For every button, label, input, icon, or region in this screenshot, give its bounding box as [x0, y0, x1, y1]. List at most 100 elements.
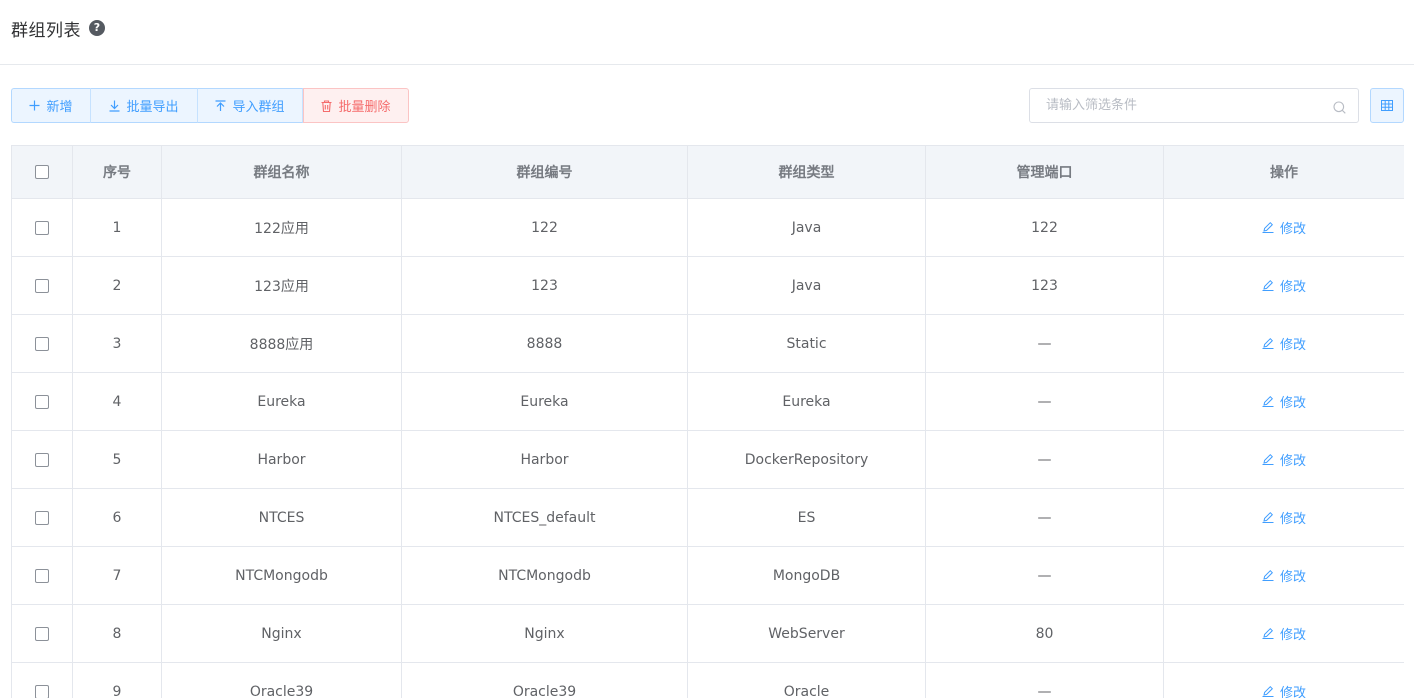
table-row: 8 Nginx Nginx WebServer 80 修改	[11, 604, 1404, 663]
table-row: 9 Oracle39 Oracle39 Oracle — 修改	[11, 662, 1404, 698]
edit-button[interactable]: 修改	[1262, 218, 1306, 237]
edit-button[interactable]: 修改	[1262, 334, 1306, 353]
cell-index: 5	[72, 430, 162, 489]
row-checkbox[interactable]	[35, 568, 49, 583]
page: 群组列表 ? 新增 批量导出 导入群组 批量删除 请输入筛选条件 序号 群组名称…	[0, 0, 1414, 698]
cell-type: Eureka	[687, 372, 926, 431]
cell-port: 80	[925, 604, 1164, 663]
edit-label: 修改	[1279, 453, 1306, 469]
edit-button[interactable]: 修改	[1262, 682, 1306, 698]
cell-name: Harbor	[161, 430, 402, 489]
cell-type: Static	[687, 314, 926, 373]
edit-icon	[1262, 686, 1274, 698]
row-checkbox[interactable]	[35, 336, 49, 351]
cell-type: MongoDB	[687, 546, 926, 605]
cell-index: 2	[72, 256, 162, 315]
page-header: 群组列表 ?	[0, 0, 1414, 65]
search-box	[1029, 88, 1359, 123]
edit-icon	[1262, 570, 1274, 582]
table-view-button[interactable]	[1370, 88, 1404, 123]
edit-icon	[1262, 280, 1274, 292]
edit-label: 修改	[1279, 511, 1306, 527]
edit-icon	[1262, 628, 1274, 640]
cell-type: ES	[687, 488, 926, 547]
toolbar: 新增 批量导出 导入群组 批量删除	[11, 88, 409, 123]
help-icon[interactable]: ?	[89, 20, 105, 36]
edit-icon	[1262, 338, 1274, 350]
edit-button[interactable]: 修改	[1262, 624, 1306, 643]
column-header-name[interactable]: 群组名称	[161, 145, 402, 199]
edit-button[interactable]: 修改	[1262, 392, 1306, 411]
cell-port: 122	[925, 198, 1164, 257]
cell-port: —	[925, 546, 1164, 605]
cell-port: —	[925, 372, 1164, 431]
cell-index: 8	[72, 604, 162, 663]
column-header-port[interactable]: 管理端口	[925, 145, 1164, 199]
row-checkbox[interactable]	[35, 452, 49, 467]
cell-type: Java	[687, 256, 926, 315]
table-row: 5 Harbor Harbor DockerRepository — 修改	[11, 430, 1404, 489]
cell-port: —	[925, 314, 1164, 373]
cell-type: WebServer	[687, 604, 926, 663]
cell-name: 122应用	[161, 198, 402, 257]
row-checkbox[interactable]	[35, 626, 49, 641]
search-icon[interactable]	[1333, 99, 1346, 118]
column-header-index[interactable]: 序号	[72, 145, 162, 199]
cell-name: 123应用	[161, 256, 402, 315]
cell-type: DockerRepository	[687, 430, 926, 489]
edit-label: 修改	[1279, 569, 1306, 585]
row-checkbox[interactable]	[35, 278, 49, 293]
cell-name: NTCES	[161, 488, 402, 547]
row-checkbox[interactable]	[35, 510, 49, 525]
cell-name: Oracle39	[161, 662, 402, 698]
table-row: 1 122应用 122 Java 122 修改	[11, 198, 1404, 257]
row-checkbox[interactable]	[35, 220, 49, 235]
column-header-code[interactable]: 群组编号	[401, 145, 688, 199]
column-header-type[interactable]: 群组类型	[687, 145, 926, 199]
cell-code: Harbor	[401, 430, 688, 489]
edit-label: 修改	[1279, 221, 1306, 237]
edit-button[interactable]: 修改	[1262, 450, 1306, 469]
cell-code: NTCES_default	[401, 488, 688, 547]
cell-name: Eureka	[161, 372, 402, 431]
cell-code: NTCMongodb	[401, 546, 688, 605]
batch-delete-label: 批量删除	[338, 100, 391, 115]
table-row: 6 NTCES NTCES_default ES — 修改	[11, 488, 1404, 547]
cell-port: —	[925, 662, 1164, 698]
cell-index: 1	[72, 198, 162, 257]
cell-code: Eureka	[401, 372, 688, 431]
select-all-checkbox[interactable]	[35, 165, 49, 179]
row-checkbox[interactable]	[35, 684, 49, 698]
cell-code: 8888	[401, 314, 688, 373]
edit-icon	[1262, 454, 1274, 466]
trash-icon	[321, 99, 332, 112]
table-row: 7 NTCMongodb NTCMongodb MongoDB — 修改	[11, 546, 1404, 605]
cell-name: Nginx	[161, 604, 402, 663]
cell-index: 7	[72, 546, 162, 605]
edit-button[interactable]: 修改	[1262, 276, 1306, 295]
edit-icon	[1262, 512, 1274, 524]
add-button[interactable]: 新增	[11, 88, 91, 123]
cell-index: 4	[72, 372, 162, 431]
row-checkbox[interactable]	[35, 394, 49, 409]
batch-delete-button[interactable]: 批量删除	[303, 88, 409, 123]
cell-code: Oracle39	[401, 662, 688, 698]
cell-type: Java	[687, 198, 926, 257]
edit-label: 修改	[1279, 685, 1306, 698]
edit-button[interactable]: 修改	[1262, 566, 1306, 585]
batch-export-button[interactable]: 批量导出	[91, 88, 198, 123]
edit-label: 修改	[1279, 337, 1306, 353]
edit-label: 修改	[1279, 395, 1306, 411]
cell-code: 123	[401, 256, 688, 315]
column-header-actions: 操作	[1163, 145, 1404, 199]
import-group-button[interactable]: 导入群组	[198, 88, 303, 123]
plus-icon	[29, 100, 40, 111]
add-button-label: 新增	[46, 100, 73, 115]
cell-name: NTCMongodb	[161, 546, 402, 605]
cell-code: Nginx	[401, 604, 688, 663]
edit-button[interactable]: 修改	[1262, 508, 1306, 527]
cell-index: 9	[72, 662, 162, 698]
cell-type: Oracle	[687, 662, 926, 698]
search-input[interactable]	[1030, 89, 1336, 122]
cell-index: 6	[72, 488, 162, 547]
